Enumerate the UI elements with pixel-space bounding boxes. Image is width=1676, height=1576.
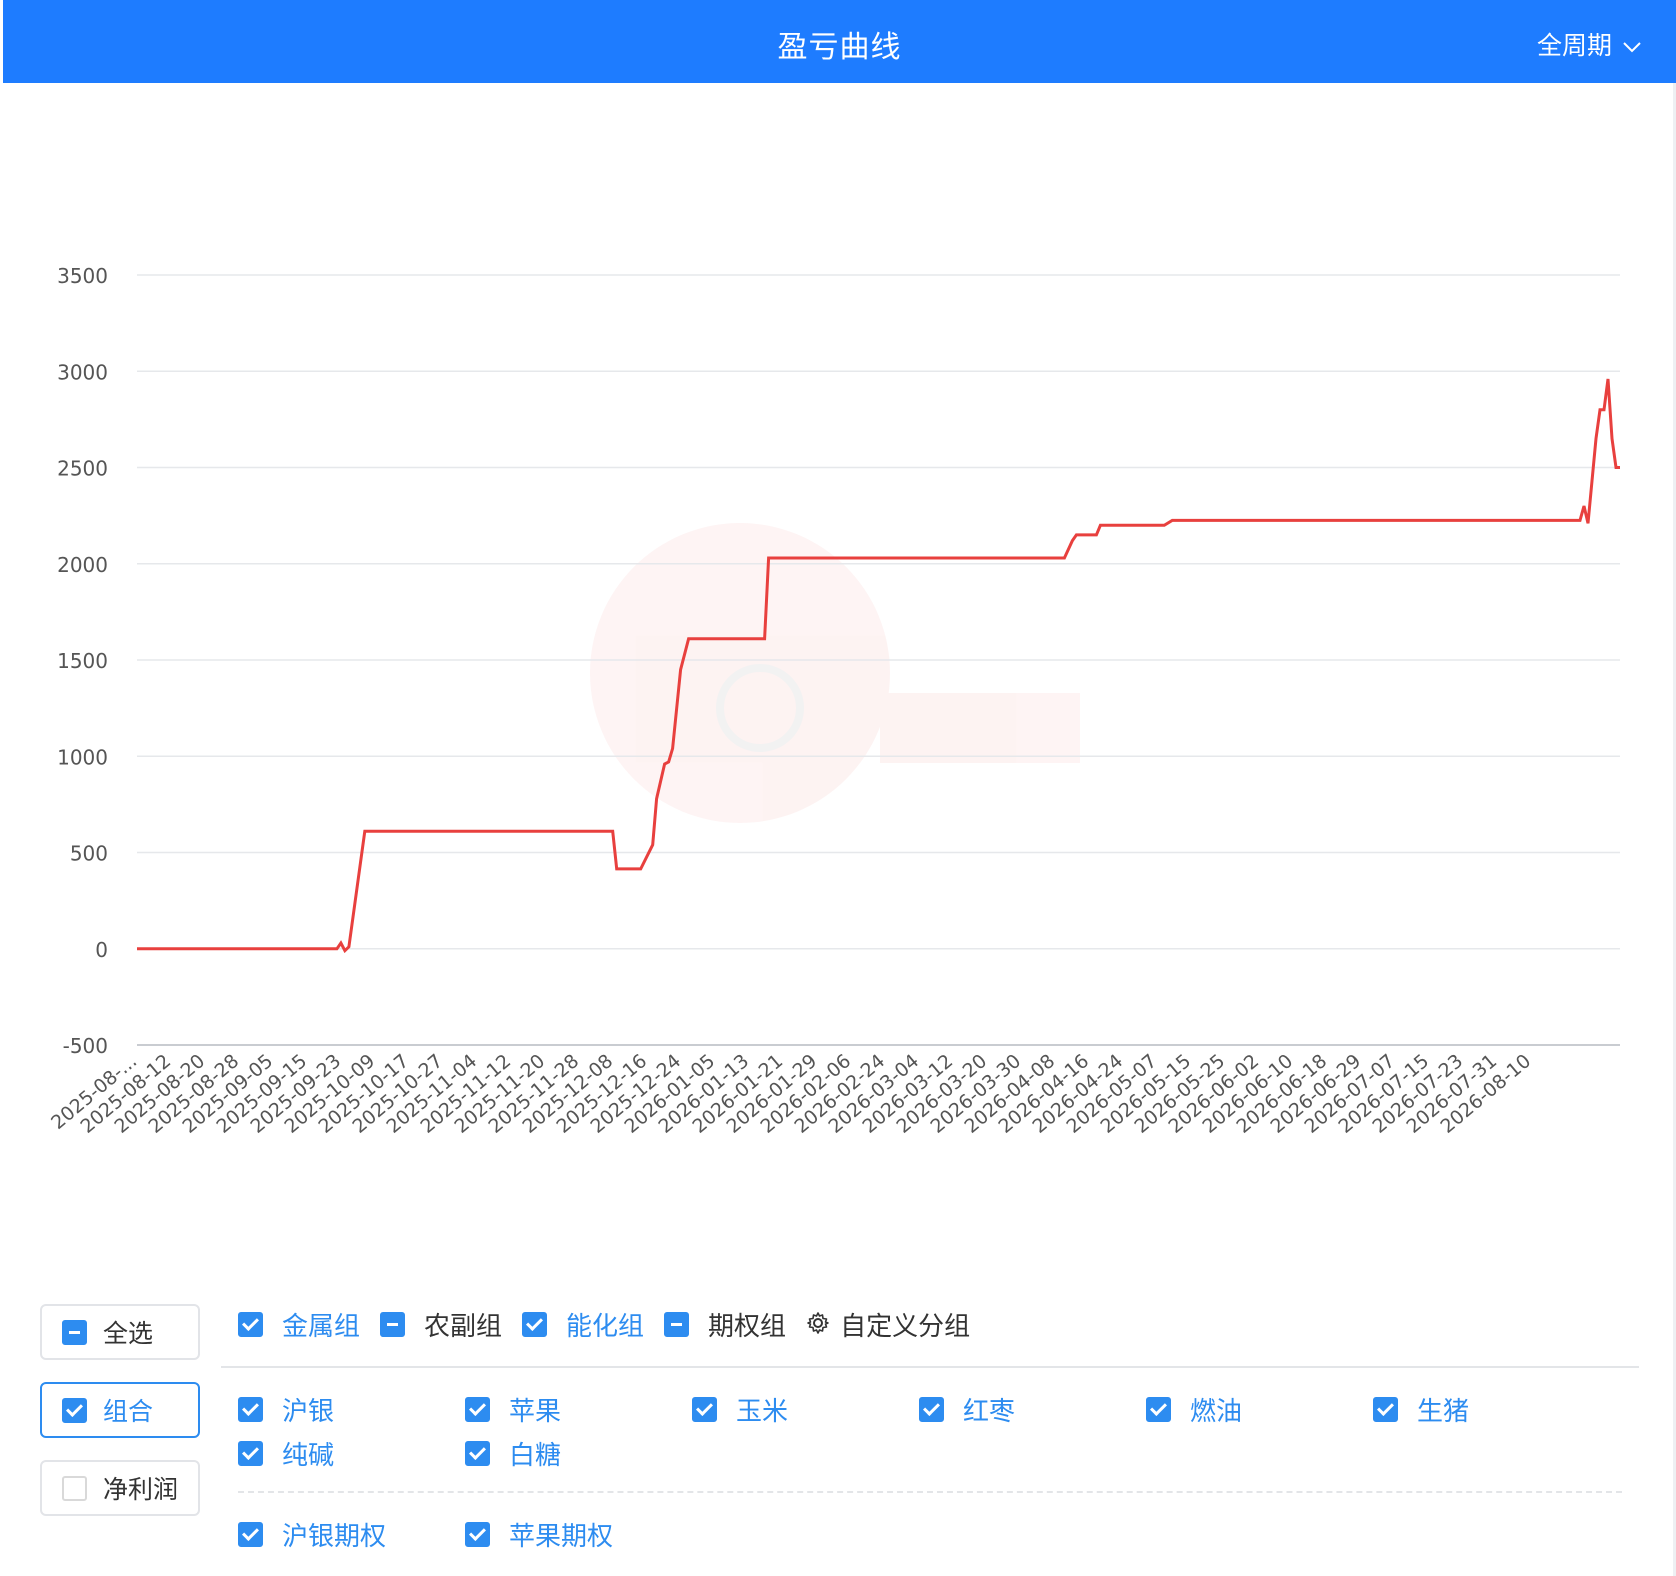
y-tick-label: -500 bbox=[63, 1034, 108, 1058]
item-jujube-label: 红枣 bbox=[963, 1397, 1016, 1427]
item-silver-option-checkbox[interactable] bbox=[238, 1522, 263, 1547]
y-tick-label: 500 bbox=[70, 842, 108, 866]
chevron-down-icon bbox=[1622, 30, 1642, 59]
item-fuel-oil-label: 燃油 bbox=[1190, 1397, 1243, 1427]
header-bar: 盈亏曲线 全周期 bbox=[3, 0, 1676, 83]
select-all-label: 全选 bbox=[103, 1319, 154, 1348]
net-profit-label: 净利润 bbox=[103, 1475, 179, 1504]
pnl-chart-svg: -5000500100015002000250030003500 2025-08… bbox=[47, 264, 1620, 1138]
y-tick-label: 3000 bbox=[57, 360, 108, 384]
item-hog-label: 生猪 bbox=[1417, 1397, 1470, 1427]
net-profit-button[interactable]: 净利润 bbox=[40, 1460, 200, 1516]
item-corn-checkbox[interactable] bbox=[692, 1397, 717, 1422]
page-title: 盈亏曲线 bbox=[777, 30, 902, 65]
group-divider bbox=[221, 1366, 1639, 1368]
item-soda-ash[interactable]: 纯碱 bbox=[238, 1435, 334, 1472]
group-options-checkbox[interactable] bbox=[664, 1312, 690, 1337]
item-soda-ash-checkbox[interactable] bbox=[238, 1441, 263, 1466]
item-apple-checkbox[interactable] bbox=[465, 1397, 490, 1422]
group-options-label: 期权组 bbox=[708, 1312, 787, 1342]
y-tick-label: 2000 bbox=[57, 553, 108, 577]
y-tick-label: 0 bbox=[95, 938, 108, 962]
item-hog-checkbox[interactable] bbox=[1373, 1397, 1398, 1422]
custom-group-button[interactable]: 自定义分组 bbox=[806, 1306, 970, 1343]
item-sugar-label: 白糖 bbox=[509, 1441, 562, 1471]
combo-checkbox[interactable] bbox=[62, 1397, 87, 1423]
item-sugar-checkbox[interactable] bbox=[465, 1441, 490, 1466]
select-all-checkbox[interactable] bbox=[62, 1319, 87, 1345]
item-hog[interactable]: 生猪 bbox=[1373, 1391, 1469, 1428]
item-jujube[interactable]: 红枣 bbox=[919, 1391, 1015, 1428]
group-metals-label: 金属组 bbox=[282, 1312, 361, 1342]
item-corn[interactable]: 玉米 bbox=[692, 1391, 788, 1428]
gear-icon bbox=[806, 1311, 830, 1339]
combo-button[interactable]: 组合 bbox=[40, 1382, 200, 1438]
item-apple-option-checkbox[interactable] bbox=[465, 1522, 490, 1547]
item-silver-option-label: 沪银期权 bbox=[282, 1522, 387, 1552]
combo-label: 组合 bbox=[103, 1397, 154, 1426]
group-filter-row: 金属组 农副组 能化组 期权组 自定义分组 bbox=[238, 1306, 970, 1343]
y-tick-label: 3500 bbox=[57, 264, 108, 288]
y-tick-label: 1500 bbox=[57, 649, 108, 673]
watermark-logo bbox=[590, 523, 1080, 823]
group-energy-label: 能化组 bbox=[566, 1312, 645, 1342]
options-divider bbox=[238, 1491, 1622, 1493]
select-all-button[interactable]: 全选 bbox=[40, 1304, 200, 1360]
item-fuel-oil[interactable]: 燃油 bbox=[1146, 1391, 1242, 1428]
item-silver-option[interactable]: 沪银期权 bbox=[238, 1516, 386, 1553]
pnl-chart: -500 0 500 1000 1500 2000 2500 3000 3500 2025-08… bbox=[0, 83, 1676, 1263]
item-apple-label: 苹果 bbox=[509, 1397, 562, 1427]
item-apple[interactable]: 苹果 bbox=[465, 1391, 561, 1428]
item-apple-option[interactable]: 苹果期权 bbox=[465, 1516, 613, 1553]
group-energy[interactable]: 能化组 bbox=[522, 1306, 644, 1343]
net-profit-checkbox[interactable] bbox=[62, 1475, 87, 1501]
group-options[interactable]: 期权组 bbox=[664, 1306, 786, 1343]
group-agri-checkbox[interactable] bbox=[380, 1312, 406, 1337]
item-silver[interactable]: 沪银 bbox=[238, 1391, 334, 1428]
item-silver-checkbox[interactable] bbox=[238, 1397, 263, 1422]
group-energy-checkbox[interactable] bbox=[522, 1312, 548, 1337]
item-apple-option-label: 苹果期权 bbox=[509, 1522, 614, 1552]
item-silver-label: 沪银 bbox=[282, 1397, 335, 1427]
y-tick-label: 1000 bbox=[57, 745, 108, 769]
period-dropdown[interactable]: 全周期 bbox=[1537, 26, 1642, 62]
item-soda-ash-label: 纯碱 bbox=[282, 1441, 335, 1471]
y-tick-label: 2500 bbox=[57, 457, 108, 481]
item-fuel-oil-checkbox[interactable] bbox=[1146, 1397, 1171, 1422]
group-agri[interactable]: 农副组 bbox=[380, 1306, 502, 1343]
item-sugar[interactable]: 白糖 bbox=[465, 1435, 561, 1472]
group-metals-checkbox[interactable] bbox=[238, 1312, 263, 1337]
group-agri-label: 农副组 bbox=[424, 1312, 503, 1342]
period-label: 全周期 bbox=[1536, 31, 1612, 60]
group-metals[interactable]: 金属组 bbox=[238, 1306, 360, 1343]
item-jujube-checkbox[interactable] bbox=[919, 1397, 944, 1422]
custom-group-label: 自定义分组 bbox=[840, 1312, 971, 1342]
item-corn-label: 玉米 bbox=[736, 1397, 789, 1427]
